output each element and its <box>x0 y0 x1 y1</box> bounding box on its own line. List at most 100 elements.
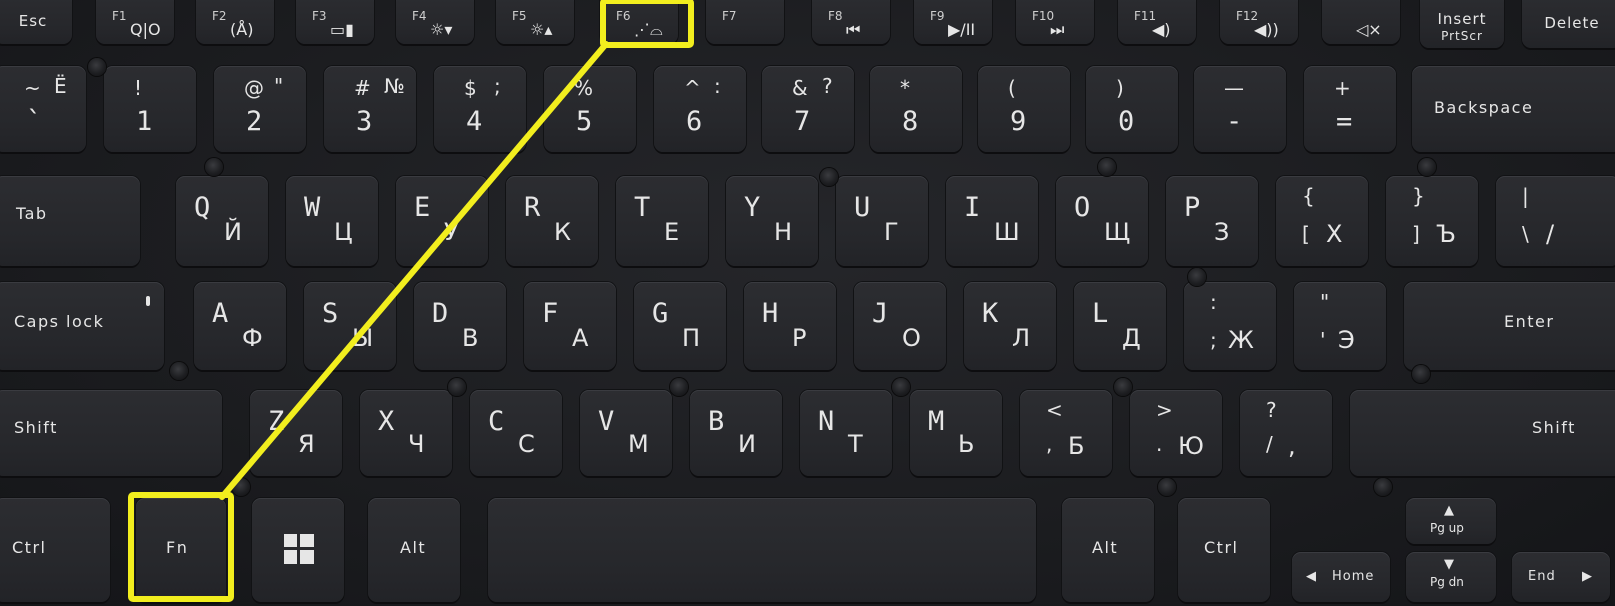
letter-key-3[interactable]: CС <box>470 390 562 476</box>
key-latin-letter: Z <box>268 406 285 437</box>
letter-key-2[interactable]: WЦ <box>286 176 378 266</box>
f7-key[interactable]: F7 <box>706 0 784 44</box>
caps-lock-key[interactable]: Caps lock <box>0 282 164 370</box>
tab-key[interactable]: Tab <box>0 176 140 266</box>
key-latin-letter: G <box>652 298 669 329</box>
insert-key[interactable]: Insert PrtScr <box>1420 0 1504 48</box>
f1-key[interactable]: F1 Q|O <box>96 0 174 44</box>
letter-key-11[interactable]: {[Х <box>1276 176 1368 266</box>
key-cyrillic-letter: Б <box>1068 432 1085 460</box>
key-shift-symbol: + <box>1334 76 1351 100</box>
screw <box>1188 268 1206 286</box>
letter-key-1[interactable]: ZЯ <box>250 390 342 476</box>
key-label: Insert <box>1437 10 1487 28</box>
letter-key-11[interactable]: " ' Э <box>1294 282 1386 370</box>
letter-key-10[interactable]: ? /, <box>1240 390 1332 476</box>
end-key[interactable]: End ▶ <box>1512 552 1610 602</box>
backspace-key[interactable]: Backspace <box>1412 66 1615 152</box>
letter-key-5[interactable]: BИ <box>690 390 782 476</box>
arrow-right-icon: ▶ <box>1582 569 1592 584</box>
number-key-5[interactable]: % 5 <box>544 66 636 152</box>
letter-key-7[interactable]: JО <box>854 282 946 370</box>
letter-key-4[interactable]: FА <box>524 282 616 370</box>
key-shift-symbol: : <box>1210 290 1217 314</box>
letter-key-6[interactable]: HР <box>744 282 836 370</box>
letter-key-9[interactable]: >. Ю <box>1130 390 1222 476</box>
f4-key[interactable]: F4 ☼▾ <box>396 0 474 44</box>
letter-key-7[interactable]: MЬ <box>910 390 1002 476</box>
mute-key[interactable]: ◁× <box>1322 0 1400 44</box>
number-key-11[interactable]: — - <box>1194 66 1286 152</box>
letter-key-3[interactable]: EУ <box>396 176 488 266</box>
number-key-4[interactable]: $4; <box>434 66 526 152</box>
letter-key-10[interactable]: :; Ж <box>1184 282 1276 370</box>
f8-key[interactable]: F8 ⏮ <box>812 0 890 44</box>
letter-key-9[interactable]: OЩ <box>1056 176 1148 266</box>
key-cyrillic-symbol: № <box>384 74 405 98</box>
letter-key-4[interactable]: VМ <box>580 390 672 476</box>
f5-key[interactable]: F5 ☼▴ <box>496 0 574 44</box>
number-key-1[interactable]: ! 1 <box>104 66 196 152</box>
shift-left-key[interactable]: Shift <box>0 390 222 476</box>
ctrl-right-key[interactable]: Ctrl <box>1178 498 1270 602</box>
letter-key-10[interactable]: PЗ <box>1166 176 1258 266</box>
shift-right-key[interactable]: Shift <box>1350 390 1615 476</box>
letter-key-1[interactable]: QЙ <box>176 176 268 266</box>
letter-key-2[interactable]: XЧ <box>360 390 452 476</box>
key-label: Pg up <box>1430 521 1464 535</box>
f9-key[interactable]: F9 ▶/II <box>914 0 992 44</box>
letter-key-2[interactable]: SЫ <box>304 282 396 370</box>
key-shift-symbol: ! <box>134 76 143 100</box>
letter-key-5[interactable]: TЕ <box>616 176 708 266</box>
letter-key-8[interactable]: <, Б <box>1020 390 1112 476</box>
letter-key-13[interactable]: | \ / <box>1496 176 1615 266</box>
page-down-key[interactable]: ▼ Pg dn <box>1406 552 1496 602</box>
number-key-10[interactable]: ) 0 <box>1086 66 1178 152</box>
page-up-key[interactable]: ▲ Pg up <box>1406 498 1496 544</box>
number-key-0[interactable]: ~ ` Ё <box>0 66 86 152</box>
number-key-12[interactable]: + = <box>1304 66 1396 152</box>
esc-key[interactable]: Esc <box>0 0 72 44</box>
letter-key-1[interactable]: AФ <box>194 282 286 370</box>
key-label: F9 <box>930 9 945 23</box>
key-label: Alt <box>400 538 427 557</box>
alt-right-key[interactable]: Alt <box>1062 498 1154 602</box>
key-shift-symbol: $ <box>464 76 477 100</box>
number-key-3[interactable]: #3 № <box>324 66 416 152</box>
letter-key-6[interactable]: NТ <box>800 390 892 476</box>
number-key-2[interactable]: @2 " <box>214 66 306 152</box>
f2-key[interactable]: F2 (Å) <box>196 0 274 44</box>
f3-key[interactable]: F3 ▭▮ <box>296 0 374 44</box>
spacebar[interactable] <box>488 498 1036 602</box>
letter-key-5[interactable]: GП <box>634 282 726 370</box>
number-key-8[interactable]: * 8 <box>870 66 962 152</box>
letter-key-12[interactable]: }] Ъ <box>1386 176 1478 266</box>
f12-key[interactable]: F12 ◀)) <box>1220 0 1298 44</box>
key-cyrillic-letter: , <box>1288 432 1296 460</box>
letter-key-8[interactable]: KЛ <box>964 282 1056 370</box>
letter-key-7[interactable]: UГ <box>836 176 928 266</box>
letter-key-8[interactable]: IШ <box>946 176 1038 266</box>
windows-key[interactable] <box>252 498 344 602</box>
delete-key[interactable]: Delete <box>1522 0 1615 48</box>
letter-key-3[interactable]: DВ <box>414 282 506 370</box>
f10-key[interactable]: F10 ⏭ <box>1016 0 1094 44</box>
key-cyrillic-symbol: Ё <box>54 74 67 98</box>
number-key-6[interactable]: ^ 6: <box>654 66 746 152</box>
number-key-7[interactable]: & 7? <box>762 66 854 152</box>
key-shift-symbol: " <box>1320 290 1330 314</box>
letter-key-9[interactable]: LД <box>1074 282 1166 370</box>
letter-key-6[interactable]: YН <box>726 176 818 266</box>
number-key-9[interactable]: (9 <box>978 66 1070 152</box>
ctrl-left-key[interactable]: Ctrl <box>0 498 110 602</box>
home-key[interactable]: ◀ Home <box>1292 552 1390 602</box>
enter-key[interactable]: Enter <box>1404 282 1615 370</box>
alt-left-key[interactable]: Alt <box>368 498 460 602</box>
key-cyrillic-letter: Е <box>664 218 680 246</box>
key-shift-symbol: ^ <box>684 76 701 100</box>
key-latin-letter: Y <box>744 192 761 223</box>
key-latin-letter: W <box>304 192 321 223</box>
f11-key[interactable]: F11 ◀) <box>1118 0 1196 44</box>
key-label: F7 <box>722 9 737 23</box>
letter-key-4[interactable]: RК <box>506 176 598 266</box>
